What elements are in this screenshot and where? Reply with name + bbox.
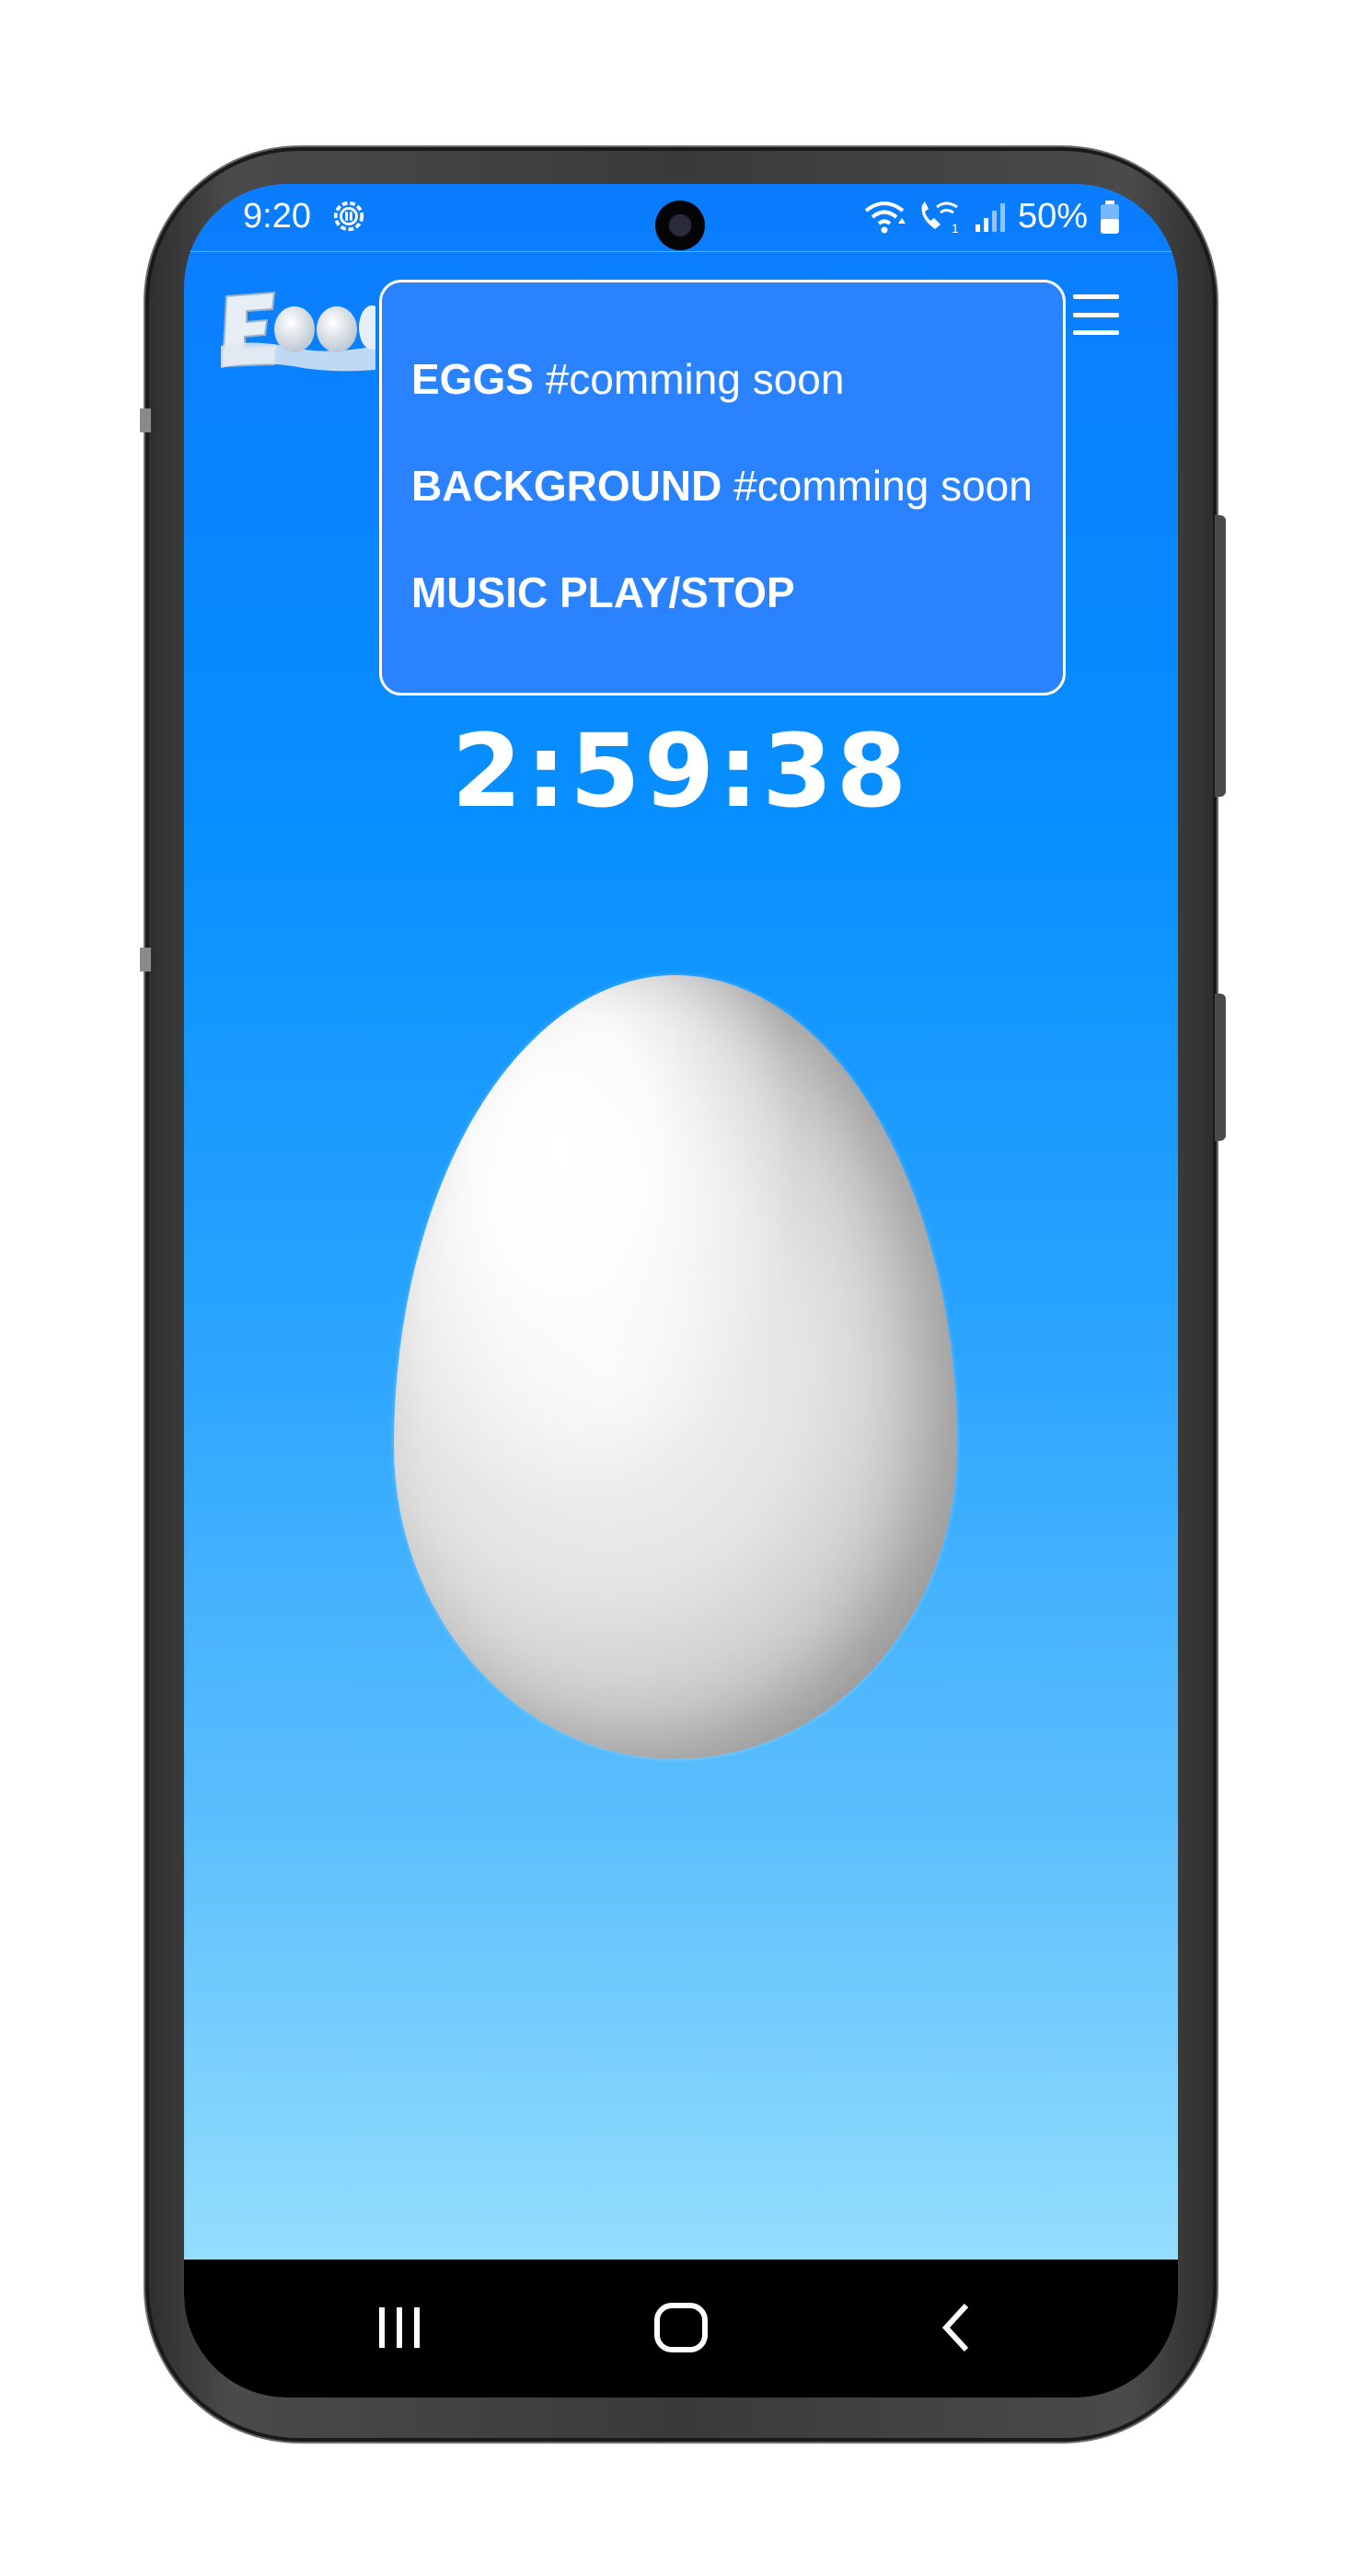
home-icon[interactable] (652, 2300, 710, 2355)
back-icon[interactable] (935, 2300, 979, 2355)
wifi-calling-icon: 1 (921, 201, 959, 235)
menu-item-label: BACKGROUND (411, 462, 722, 510)
status-right-group: 1 50% (863, 197, 1121, 236)
menu-item-note: #comming soon (733, 462, 1033, 510)
front-camera (655, 201, 705, 250)
frame-antenna-line (140, 948, 151, 972)
menu-item-note: #comming soon (545, 355, 845, 403)
menu-line (1073, 330, 1119, 335)
navigation-bar (184, 2260, 1178, 2398)
menu-item-label: EGGS (411, 355, 534, 403)
status-time: 9:20 (243, 197, 311, 236)
frame-antenna-line (140, 408, 151, 432)
battery-percent: 50% (1017, 197, 1088, 236)
hamburger-menu-icon[interactable] (1073, 294, 1119, 335)
battery-icon (1101, 200, 1119, 234)
app-screen: 9:20 1 50% EGGS #comming soon BACKGROUND… (184, 184, 1178, 2398)
signal-icon (975, 202, 1005, 232)
wifi-icon (864, 201, 906, 233)
menu-item-eggs[interactable]: EGGS #comming soon (411, 354, 844, 404)
menu-item-music[interactable]: MUSIC PLAY/STOP (411, 568, 795, 617)
volume-button (1215, 515, 1226, 797)
power-button (1215, 994, 1226, 1141)
egg-logo-icon (221, 291, 375, 372)
menu-line (1073, 312, 1119, 317)
countdown-timer: 2:59:38 (451, 712, 911, 830)
dropdown-menu: EGGS #comming soon BACKGROUND #comming s… (379, 280, 1066, 696)
menu-item-label: MUSIC PLAY/STOP (411, 569, 795, 616)
svg-text:1: 1 (952, 221, 959, 235)
settings-status-icon (333, 201, 364, 232)
menu-line (1073, 294, 1119, 299)
menu-item-background[interactable]: BACKGROUND #comming soon (411, 461, 1033, 511)
recent-apps-icon[interactable] (374, 2300, 425, 2355)
egg-image[interactable] (394, 975, 957, 1759)
